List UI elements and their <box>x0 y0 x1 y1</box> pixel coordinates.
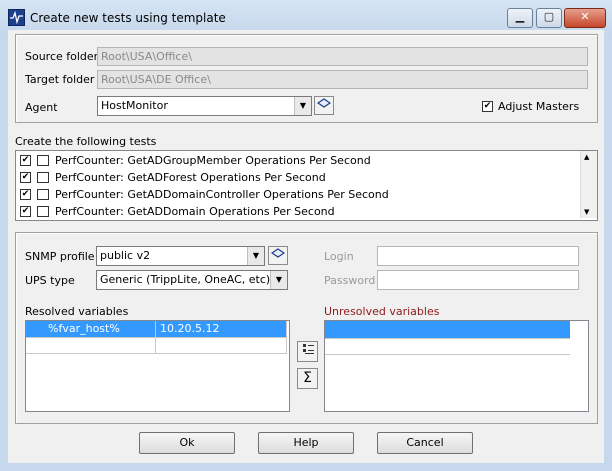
password-label: Password <box>324 274 376 287</box>
target-folder-label: Target folder <box>25 73 95 86</box>
tests-scrollbar[interactable]: ▲ ▼ <box>580 151 597 218</box>
login-label: Login <box>324 250 354 263</box>
test-icon <box>37 189 49 200</box>
test-checkbox[interactable]: ✔ <box>20 206 31 217</box>
maximize-button[interactable]: ▢ <box>536 8 562 28</box>
minimize-button[interactable]: ▁ <box>507 8 533 28</box>
ups-type-value: Generic (TrippLite, OneAC, etc) <box>100 273 271 286</box>
tests-list[interactable]: ✔ PerfCounter: GetADGroupMember Operatio… <box>15 150 598 221</box>
unresolved-variables-label: Unresolved variables <box>324 305 440 318</box>
close-button[interactable]: ✕ <box>564 8 606 28</box>
window-title: Create new tests using template <box>30 11 226 25</box>
chevron-down-icon[interactable]: ▼ <box>294 97 311 115</box>
adjust-masters-label: Adjust Masters <box>498 100 580 113</box>
ups-type-combo[interactable]: Generic (TrippLite, OneAC, etc) ▼ <box>96 270 288 290</box>
maximize-icon: ▢ <box>543 10 555 23</box>
help-button[interactable]: Help <box>258 432 354 454</box>
variable-name-cell-empty[interactable] <box>26 338 156 354</box>
snmp-profile-value: public v2 <box>100 249 151 262</box>
test-label: PerfCounter: GetADDomain Operations Per … <box>55 205 335 218</box>
close-icon: ✕ <box>580 10 590 23</box>
scroll-down-icon[interactable]: ▼ <box>584 208 589 216</box>
unresolved-variables-grid[interactable] <box>324 320 589 412</box>
chevron-down-icon[interactable]: ▼ <box>247 247 264 265</box>
test-label: PerfCounter: GetADGroupMember Operations… <box>55 154 371 167</box>
ups-type-label: UPS type <box>25 274 75 287</box>
resolved-variables-label: Resolved variables <box>25 305 129 318</box>
resolved-variables-grid[interactable]: %fvar_host% 10.20.5.12 <box>25 320 290 412</box>
book-icon <box>270 248 286 258</box>
scroll-up-icon[interactable]: ▲ <box>584 153 589 161</box>
test-checkbox[interactable]: ✔ <box>20 172 31 183</box>
sum-button[interactable]: Σ <box>297 368 318 389</box>
tests-label: Create the following tests <box>15 135 157 148</box>
test-checkbox[interactable]: ✔ <box>20 155 31 166</box>
unresolved-row-empty[interactable] <box>325 338 570 355</box>
list-item[interactable]: ✔ PerfCounter: GetADForest Operations Pe… <box>20 169 575 186</box>
agent-label: Agent <box>25 101 58 114</box>
test-icon <box>37 206 49 217</box>
ok-button[interactable]: Ok <box>139 432 235 454</box>
agent-combo[interactable]: HostMonitor ▼ <box>97 96 312 116</box>
snmp-profile-label: SNMP profile <box>25 250 95 263</box>
adjust-masters-checkbox[interactable]: ✔ <box>482 101 493 112</box>
list-item[interactable]: ✔ PerfCounter: GetADDomainController Ope… <box>20 186 575 203</box>
sigma-icon: Σ <box>303 370 312 386</box>
agent-value: HostMonitor <box>101 99 168 112</box>
login-input[interactable] <box>377 246 579 266</box>
target-folder-field: Root\USA\DE Office\ <box>97 70 588 89</box>
variable-value-cell[interactable]: 10.20.5.12 <box>156 321 287 338</box>
cancel-button[interactable]: Cancel <box>377 432 473 454</box>
app-icon <box>8 9 25 26</box>
source-folder-field: Root\USA\Office\ <box>97 47 588 66</box>
test-icon <box>37 155 49 166</box>
list-icon <box>302 344 314 354</box>
source-folder-label: Source folder <box>25 50 99 63</box>
variable-value-cell-empty[interactable] <box>156 338 287 354</box>
list-item[interactable]: ✔ PerfCounter: GetADDomain Operations Pe… <box>20 203 575 220</box>
test-icon <box>37 172 49 183</box>
unresolved-row-selected[interactable] <box>325 321 570 339</box>
password-input[interactable] <box>377 270 579 290</box>
snmp-profile-button[interactable] <box>268 246 288 265</box>
minimize-icon: ▁ <box>515 10 525 23</box>
test-label: PerfCounter: GetADForest Operations Per … <box>55 171 326 184</box>
variable-name-cell[interactable]: %fvar_host% <box>26 321 156 338</box>
variables-list-button[interactable] <box>297 341 318 362</box>
book-icon <box>316 98 332 108</box>
test-checkbox[interactable]: ✔ <box>20 189 31 200</box>
snmp-profile-combo[interactable]: public v2 ▼ <box>96 246 265 266</box>
agent-profile-button[interactable] <box>314 96 334 115</box>
chevron-down-icon[interactable]: ▼ <box>270 271 287 289</box>
test-label: PerfCounter: GetADDomainController Opera… <box>55 188 389 201</box>
list-item[interactable]: ✔ PerfCounter: GetADGroupMember Operatio… <box>20 152 575 169</box>
